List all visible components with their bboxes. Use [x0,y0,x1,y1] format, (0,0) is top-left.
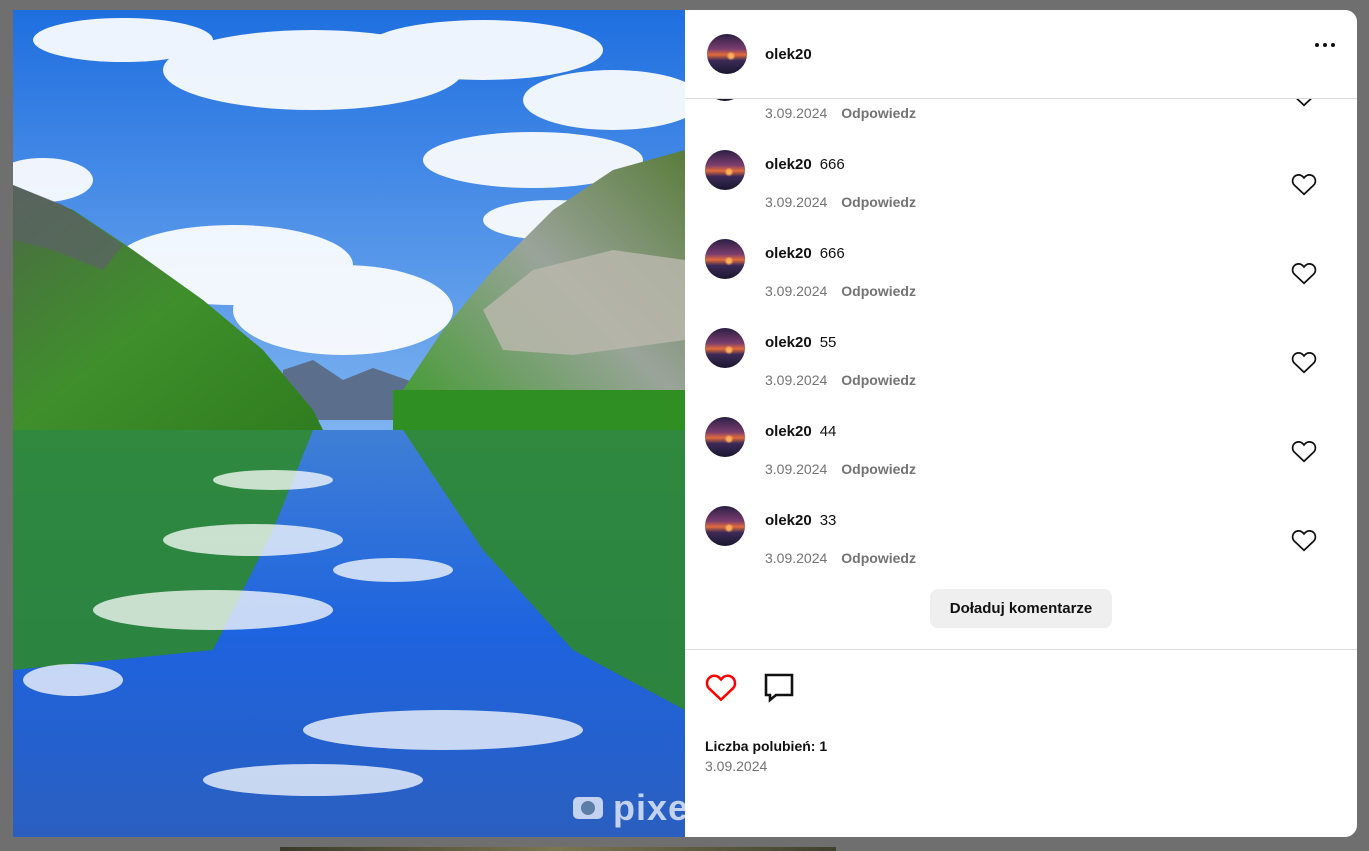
comment-item: olek20 44 3.09.2024 Odpowiedz [685,415,1357,504]
comment-date: 3.09.2024 [765,105,828,121]
post-photo: pixe [13,10,685,837]
comment-item: olek20 666 3.09.2024 Odpowiedz [685,237,1357,326]
comment-author[interactable]: olek20 [765,245,812,262]
comment-text-line: olek20 55 [765,334,836,351]
comment-text-line: olek20 33 [765,512,836,529]
comment-author[interactable]: olek20 [765,512,812,529]
comment-text-line: olek20 44 [765,423,836,440]
comment-date: 3.09.2024 [765,283,828,299]
comment-author[interactable]: olek20 [765,334,812,351]
comment-date: 3.09.2024 [765,550,828,566]
heart-icon[interactable] [1291,439,1317,463]
author-avatar[interactable] [707,34,747,74]
comment-item: olek20 33 3.09.2024 Odpowiedz [685,504,1357,593]
comment-avatar[interactable] [705,328,745,368]
comment-avatar[interactable] [705,99,745,101]
comment-meta: 3.09.2024 Odpowiedz [765,461,916,477]
comment-text-line: olek20 666 [765,156,845,173]
reply-button[interactable]: Odpowiedz [841,461,916,477]
comment-text: 55 [819,334,837,351]
comment-avatar[interactable] [705,417,745,457]
reply-button[interactable]: Odpowiedz [841,105,916,121]
comment-text: 44 [819,423,837,440]
camera-icon [572,797,603,819]
load-more-comments-button[interactable]: Doładuj komentarze [929,589,1113,628]
comment-text: 33 [819,512,837,529]
reply-button[interactable]: Odpowiedz [841,283,916,299]
comment-text-line: olek20 666 [765,245,845,262]
comment-item: olek20 55 3.09.2024 Odpowiedz [685,326,1357,415]
heart-icon[interactable] [1291,99,1317,107]
comment-date: 3.09.2024 [765,461,828,477]
post-modal: pixe olek20 3.09.2024 Odpowiedz olek20 6… [13,10,1357,837]
comments-list[interactable]: 3.09.2024 Odpowiedz olek20 666 3.09.2024 … [685,99,1357,649]
post-side-panel: olek20 3.09.2024 Odpowiedz olek20 666 3.… [685,10,1357,837]
comment-meta: 3.09.2024 Odpowiedz [765,194,916,210]
heart-icon[interactable] [1291,350,1317,374]
load-more-wrap: Doładuj komentarze [685,589,1357,628]
comment-icon[interactable] [763,671,795,703]
comment-date: 3.09.2024 [765,194,828,210]
reply-button[interactable]: Odpowiedz [841,372,916,388]
author-name[interactable]: olek20 [765,46,812,63]
comment-text: 666 [819,245,845,262]
comment-item: 3.09.2024 Odpowiedz [685,99,1357,148]
heart-icon[interactable] [1291,172,1317,196]
comment-author[interactable]: olek20 [765,423,812,440]
comment-avatar[interactable] [705,506,745,546]
backdrop-image-strip [280,847,836,851]
comment-text: 666 [819,156,845,173]
comment-author[interactable]: olek20 [765,156,812,173]
comment-meta: 3.09.2024 Odpowiedz [765,372,916,388]
reply-button[interactable]: Odpowiedz [841,194,916,210]
landscape-image [13,10,685,837]
post-actions [705,670,1337,704]
post-footer: Liczba polubień: 1 3.09.2024 [685,649,1357,774]
heart-icon[interactable] [1291,261,1317,285]
post-date: 3.09.2024 [705,758,768,774]
comment-meta: 3.09.2024 Odpowiedz [765,105,916,121]
comment-avatar[interactable] [705,239,745,279]
comment-item: olek20 666 3.09.2024 Odpowiedz [685,148,1357,237]
watermark-text: pixe [612,787,685,828]
photo-watermark: pixe [572,787,685,829]
like-button[interactable] [705,672,737,702]
comment-button[interactable] [763,671,795,703]
comment-avatar[interactable] [705,150,745,190]
heart-icon[interactable] [705,672,737,702]
comment-date: 3.09.2024 [765,372,828,388]
comment-meta: 3.09.2024 Odpowiedz [765,550,916,566]
likes-count: Liczba polubień: 1 [705,738,828,754]
heart-icon[interactable] [1291,528,1317,552]
comment-meta: 3.09.2024 Odpowiedz [765,283,916,299]
more-options-icon[interactable] [1315,43,1335,47]
reply-button[interactable]: Odpowiedz [841,550,916,566]
post-header: olek20 [685,10,1357,99]
